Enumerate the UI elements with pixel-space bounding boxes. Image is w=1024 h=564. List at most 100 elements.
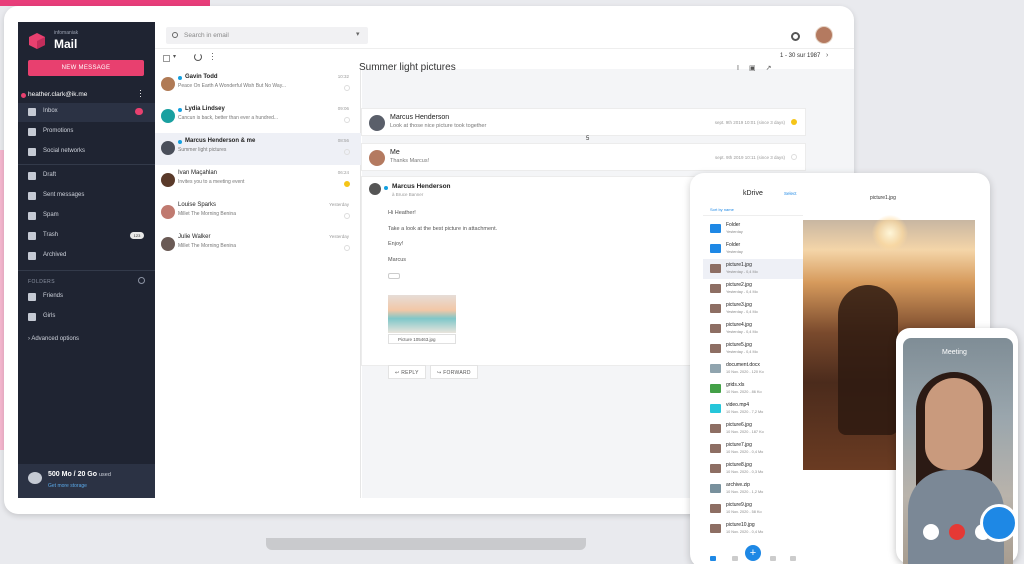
file-row[interactable]: grids.xls 10 Nov. 2020 - 86 Ko [703, 379, 803, 399]
message-list: Gavin Todd Peace On Earth A Wonderful Wi… [155, 69, 361, 498]
file-row[interactable]: picture2.jpg Yesterday - 0,4 Mo [703, 279, 803, 299]
file-row[interactable]: video.mp4 10 Nov. 2020 - 7,2 Mo [703, 399, 803, 419]
file-row[interactable]: document.docx 10 Nov. 2020 - 120 Ko [703, 359, 803, 379]
file-row[interactable]: Folder Yesterday [703, 219, 803, 239]
open-external-icon[interactable]: ↗ [766, 65, 782, 72]
brand-title: Mail [54, 37, 78, 51]
list-item[interactable]: Louise Sparks Millet The Morning Benina … [155, 197, 361, 229]
file-row[interactable]: archive.zip 10 Nov. 2020 - 1,2 Mo [703, 479, 803, 499]
select-chevron-icon[interactable]: ▾ [173, 53, 176, 60]
star-icon[interactable] [791, 119, 797, 125]
sidebar-item-promotions[interactable]: Promotions [18, 123, 155, 142]
list-item[interactable]: Marcus Henderson & me Summer light pictu… [155, 133, 361, 165]
sidebar-item-draft[interactable]: Draft [18, 167, 155, 186]
image-icon [710, 524, 721, 533]
file-row[interactable]: picture5.jpg Yesterday - 0,4 Mo [703, 339, 803, 359]
star-icon[interactable] [344, 149, 350, 155]
unread-dot [178, 76, 182, 80]
new-message-button[interactable]: NEW MESSAGE [28, 60, 144, 76]
image-icon [710, 344, 721, 353]
sender-name: Louise Sparks [178, 202, 217, 208]
star-icon[interactable] [344, 85, 350, 91]
kdrive-select-button[interactable]: Select [784, 191, 797, 196]
files-tab-icon[interactable] [732, 556, 738, 561]
file-name: picture1.jpg [726, 262, 752, 268]
hang-up-icon[interactable] [949, 524, 965, 540]
file-row[interactable]: picture6.jpg 10 Nov. 2020 - 187 Ko [703, 419, 803, 439]
account-status-dot [21, 93, 26, 98]
star-icon[interactable] [344, 181, 350, 187]
kdrive-add-button[interactable]: + [745, 545, 761, 561]
forward-label: FORWARD [443, 370, 471, 376]
get-more-storage-link[interactable]: Get more storage [48, 483, 87, 489]
print-icon[interactable]: ▣ [749, 65, 766, 72]
account-email[interactable]: heather.clark@ik.me [28, 91, 87, 98]
folder-item-girls[interactable]: Girls [18, 308, 155, 327]
refresh-icon[interactable] [194, 53, 202, 61]
star-icon[interactable] [344, 117, 350, 123]
file-meta: 10 Nov. 2020 - 0,4 Mo [726, 450, 764, 454]
favorites-tab-icon[interactable] [770, 556, 776, 561]
unread-badge [135, 108, 143, 115]
body-line: Enjoy! [388, 241, 404, 247]
account-menu-icon[interactable]: · · · [139, 86, 145, 101]
quote-toggle[interactable] [388, 273, 400, 279]
unread-dot [178, 140, 182, 144]
star-icon[interactable] [791, 154, 797, 160]
file-row[interactable]: picture9.jpg 10 Nov. 2020 - 58 Ko [703, 499, 803, 519]
file-row[interactable]: picture4.jpg Yesterday - 0,4 Mo [703, 319, 803, 339]
more-options-icon[interactable]: · · · [211, 49, 214, 64]
list-item[interactable]: Lydia Lindsey Cancun is back, better tha… [155, 101, 361, 133]
file-row[interactable]: picture1.jpg Yesterday - 0,4 Mo [703, 259, 803, 279]
message-time: 08:56 [337, 138, 349, 143]
forward-button[interactable]: ↪ FORWARD [430, 365, 478, 379]
star-icon[interactable] [344, 245, 350, 251]
sidebar-item-inbox[interactable]: Inbox [18, 103, 155, 122]
folder-item-friends[interactable]: Friends [18, 288, 155, 307]
search-input[interactable]: Search in email ▾ [166, 27, 368, 44]
sidebar-item-sent[interactable]: Sent messages [18, 187, 155, 206]
kdrive-sort-button[interactable]: Sort by name [710, 207, 734, 212]
file-row[interactable]: picture7.jpg 10 Nov. 2020 - 0,4 Mo [703, 439, 803, 459]
image-icon [710, 264, 721, 273]
reply-button[interactable]: ↩ REPLY [388, 365, 426, 379]
avatar [369, 115, 385, 131]
sidebar-item-trash[interactable]: Trash 123 [18, 227, 155, 246]
image-icon [710, 424, 721, 433]
select-all-checkbox[interactable] [163, 55, 170, 62]
next-page-icon[interactable]: › [826, 52, 828, 59]
message-recipient[interactable]: à Bruce Banner [392, 192, 423, 197]
sidebar-item-archived[interactable]: Archived [18, 247, 155, 266]
people-icon [28, 148, 36, 156]
thread-message[interactable]: Me Thanks Marcus! sept. 9th 2019 10:11 (… [361, 143, 806, 171]
advanced-options-link[interactable]: › Advanced options [28, 336, 79, 342]
text-size-icon[interactable]: I [737, 65, 749, 72]
menu-tab-icon[interactable] [790, 556, 796, 561]
doc-icon [710, 364, 721, 373]
file-row[interactable]: picture8.jpg 10 Nov. 2020 - 0,3 Mo [703, 459, 803, 479]
file-row[interactable]: picture10.jpg 10 Nov. 2020 - 0,4 Mo [703, 519, 803, 539]
sidebar-item-social-networks[interactable]: Social networks [18, 143, 155, 162]
chevron-down-icon[interactable]: ▾ [356, 30, 360, 38]
home-tab-icon[interactable] [710, 556, 716, 561]
thread-message[interactable]: Marcus Henderson Look at those nice pict… [361, 108, 806, 136]
file-row[interactable]: picture3.jpg Yesterday - 0,4 Mo [703, 299, 803, 319]
settings-gear-icon[interactable] [791, 32, 800, 41]
attachment-thumbnail[interactable] [388, 295, 456, 333]
star-icon[interactable] [344, 213, 350, 219]
advanced-options-label: Advanced options [31, 336, 80, 342]
folders-settings-icon[interactable] [138, 277, 145, 284]
attachment-name[interactable]: Picture 105463.jpg [388, 334, 456, 344]
list-item[interactable]: Gavin Todd Peace On Earth A Wonderful Wi… [155, 69, 361, 101]
list-item[interactable]: Ivan Maçahlan Invites you to a meeting e… [155, 165, 361, 197]
file-row[interactable]: Folder Yesterday [703, 239, 803, 259]
user-avatar[interactable] [815, 26, 833, 44]
support-headset-icon[interactable] [980, 504, 1018, 542]
folders-heading: FOLDERS [28, 279, 56, 285]
list-item[interactable]: Julie Walker Millet The Morning Benina Y… [155, 229, 361, 261]
avatar [161, 173, 175, 187]
collapsed-count[interactable]: 5 [586, 136, 589, 142]
sidebar-item-spam[interactable]: Spam [18, 207, 155, 226]
microphone-icon[interactable] [923, 524, 939, 540]
message-date: sept. 9th 2019 10:01 (since 3 days) [714, 120, 785, 125]
